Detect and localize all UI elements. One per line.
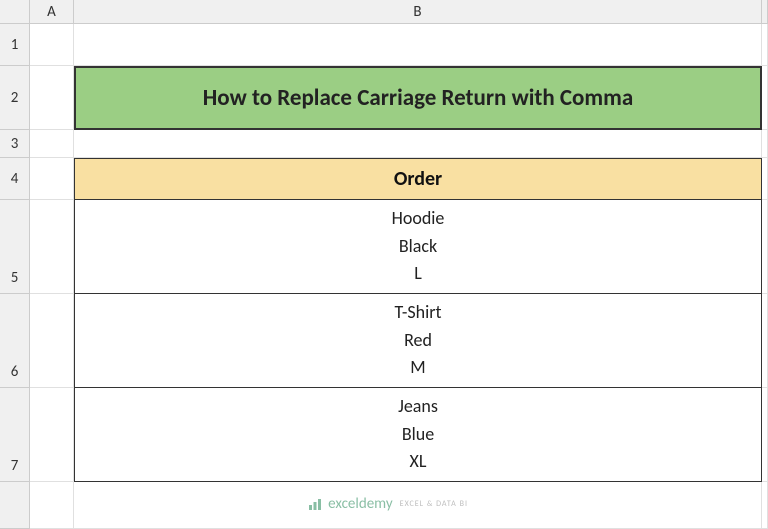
order-line: M <box>410 354 425 382</box>
order-line: T-Shirt <box>394 299 441 327</box>
order-line: Blue <box>402 421 434 449</box>
cell-A7[interactable] <box>30 388 74 482</box>
order-line: L <box>414 260 422 288</box>
cell-edge-6 <box>762 294 768 388</box>
cell-edge-4 <box>762 158 768 200</box>
col-header-A[interactable]: A <box>30 0 74 24</box>
row-header-8[interactable] <box>0 482 30 529</box>
cell-A6[interactable] <box>30 294 74 388</box>
order-cell-1[interactable]: Hoodie Black L <box>74 200 762 294</box>
row-header-6[interactable]: 6 <box>0 294 30 388</box>
spreadsheet-grid: A B 1 2 How to Replace Carriage Return w… <box>0 0 768 529</box>
cell-A5[interactable] <box>30 200 74 294</box>
order-line: Hoodie <box>392 205 445 233</box>
row-header-2[interactable]: 2 <box>0 66 30 130</box>
row-header-5[interactable]: 5 <box>0 200 30 294</box>
cell-edge-7 <box>762 388 768 482</box>
cell-A1[interactable] <box>30 24 74 66</box>
cell-edge-3 <box>762 130 768 158</box>
order-line: XL <box>410 448 427 476</box>
cell-A2[interactable] <box>30 66 74 130</box>
watermark-tag: EXCEL & DATA BI <box>400 499 468 509</box>
col-header-edge <box>762 0 768 24</box>
cell-edge-2 <box>762 66 768 130</box>
row-header-1[interactable]: 1 <box>0 24 30 66</box>
col-header-B[interactable]: B <box>74 0 762 24</box>
cell-B3[interactable] <box>74 130 762 158</box>
row-header-3[interactable]: 3 <box>0 130 30 158</box>
order-cell-3[interactable]: Jeans Blue XL <box>74 388 762 482</box>
cell-A4[interactable] <box>30 158 74 200</box>
cell-edge-8 <box>762 482 768 529</box>
order-cell-2[interactable]: T-Shirt Red M <box>74 294 762 388</box>
cell-B1[interactable] <box>74 24 762 66</box>
row-header-4[interactable]: 4 <box>0 158 30 200</box>
cell-A8[interactable] <box>30 482 74 529</box>
cell-A3[interactable] <box>30 130 74 158</box>
row-header-7[interactable]: 7 <box>0 388 30 482</box>
title-cell[interactable]: How to Replace Carriage Return with Comm… <box>74 66 762 130</box>
cell-edge-5 <box>762 200 768 294</box>
chart-icon <box>307 496 323 512</box>
order-line: Red <box>404 327 432 355</box>
order-line: Jeans <box>398 393 438 421</box>
watermark: exceldemy EXCEL & DATA BI <box>307 495 468 513</box>
watermark-brand: exceldemy <box>328 495 392 513</box>
cell-edge-1 <box>762 24 768 66</box>
order-line: Black <box>399 233 437 261</box>
selectall-corner[interactable] <box>0 0 30 24</box>
order-header-cell[interactable]: Order <box>74 158 762 200</box>
